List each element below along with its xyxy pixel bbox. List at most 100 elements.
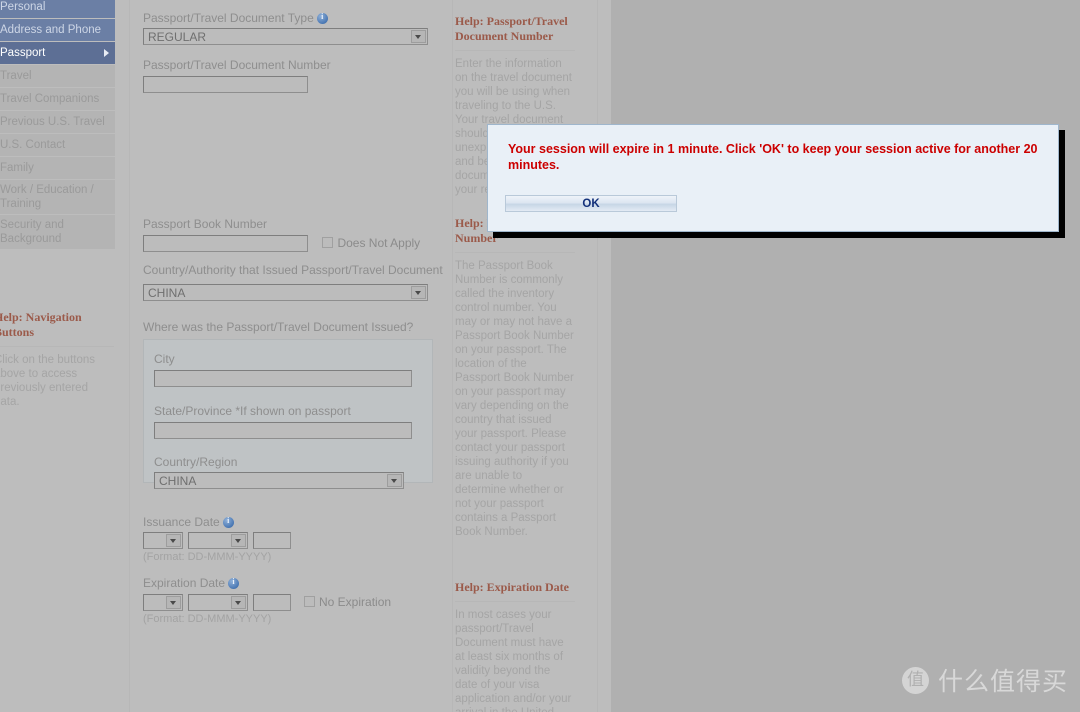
issuing-country-label: Country/Authority that Issued Passport/T… — [143, 263, 443, 277]
issued-city-input[interactable] — [154, 369, 412, 387]
issuance-month-select[interactable] — [188, 532, 248, 549]
contextual-help-column: Help: Passport/Travel Document Number En… — [455, 0, 595, 712]
watermark-logo-icon: 值 — [901, 666, 929, 694]
expiration-year-input[interactable] — [253, 593, 291, 611]
sidebar-item-label: Passport — [0, 47, 46, 59]
sidebar-item-travel-companions[interactable]: Travel Companions — [0, 88, 115, 110]
navigation-help-title: Help: Navigation Buttons — [0, 310, 82, 339]
session-ok-button[interactable]: OK — [505, 195, 677, 212]
chevron-down-icon — [411, 30, 426, 43]
issued-country-value: CHINA — [159, 474, 197, 488]
divider-help-right — [597, 0, 598, 712]
watermark-text: 什么值得买 — [937, 667, 1068, 696]
divider — [455, 601, 575, 602]
screenshot-root: Personal Address and Phone Passport Trav… — [0, 0, 1080, 712]
expiration-date-format-hint: (Format: DD-MMM-YYYY) — [143, 613, 272, 625]
document-number-label: Passport/Travel Document Number — [143, 58, 331, 72]
issued-state-label: State/Province *If shown on passport — [154, 404, 351, 418]
watermark: 值 什么值得买 — [901, 662, 1068, 698]
chevron-down-icon — [231, 534, 246, 547]
sidebar-item-previous-us-travel[interactable]: Previous U.S. Travel — [0, 111, 115, 133]
sidebar-item-passport[interactable]: Passport — [0, 42, 115, 64]
field-issued-location-group: Where was the Passport/Travel Document I… — [143, 320, 443, 489]
issued-location-legend: Where was the Passport/Travel Document I… — [143, 320, 414, 334]
field-expiration-date: Expiration Date No Expiration (Format: D… — [143, 576, 433, 625]
content-right-edge — [611, 0, 613, 712]
help-expiration-date-body: In most cases your passport/Travel Docum… — [455, 609, 572, 712]
sidebar-item-personal[interactable]: Personal — [0, 0, 115, 18]
sidebar-item-label: Personal — [0, 1, 46, 13]
chevron-down-icon — [231, 595, 246, 609]
book-number-label: Passport Book Number — [143, 217, 268, 231]
divider-sidebar-form — [129, 0, 130, 712]
field-issuing-country: Country/Authority that Issued Passport/T… — [143, 263, 443, 301]
sidebar-item-us-contact[interactable]: U.S. Contact — [0, 134, 115, 156]
document-type-select[interactable]: REGULAR — [143, 28, 428, 45]
info-icon[interactable] — [228, 577, 240, 589]
expiration-date-inputs: No Expiration — [143, 593, 433, 611]
chevron-right-icon — [104, 49, 109, 57]
help-block-expiration-date: Help: Expiration Date In most cases your… — [455, 580, 575, 712]
issued-country-label: Country/Region — [154, 455, 238, 469]
divider — [455, 252, 575, 253]
field-document-number: Passport/Travel Document Number — [143, 58, 433, 93]
issued-city-label: City — [154, 352, 175, 366]
issuing-country-select[interactable]: CHINA — [143, 284, 428, 301]
chevron-down-icon — [411, 286, 426, 299]
sidebar-item-security-and-background[interactable]: Security and Background — [0, 215, 115, 249]
issued-state-input[interactable] — [154, 421, 412, 439]
divider — [455, 50, 575, 51]
field-book-number: Passport Book Number Does Not Apply — [143, 217, 433, 252]
navigation-help-body: Click on the buttons above to access pre… — [0, 354, 96, 408]
issued-country-select[interactable]: CHINA — [154, 472, 404, 489]
field-document-type: Passport/Travel Document Type REGULAR — [143, 11, 433, 45]
sidebar-item-address-and-phone[interactable]: Address and Phone — [0, 19, 115, 41]
help-expiration-date-title: Help: Expiration Date — [455, 580, 569, 594]
no-expiration-checkbox-wrap[interactable]: No Expiration — [304, 593, 391, 611]
sidebar-item-work-education-training[interactable]: Work / Education / Training — [0, 180, 115, 214]
navigation-help-box: Help: Navigation Buttons Click on the bu… — [0, 310, 114, 409]
document-type-value: REGULAR — [148, 30, 207, 44]
sidebar-item-label: Work / Education / Training — [0, 184, 94, 210]
sidebar-item-label: Travel Companions — [0, 93, 100, 105]
help-document-number-title: Help: Passport/Travel Document Number — [455, 14, 568, 43]
book-number-input[interactable] — [143, 234, 308, 252]
document-number-input[interactable] — [143, 75, 308, 93]
document-type-label: Passport/Travel Document Type — [143, 11, 433, 25]
sidebar-item-travel[interactable]: Travel — [0, 65, 115, 87]
field-issuance-date: Issuance Date (Format: DD-MMM-YYYY) — [143, 515, 433, 563]
no-expiration-checkbox[interactable] — [304, 596, 315, 607]
divider-form-help — [452, 0, 453, 712]
expiration-month-select[interactable] — [188, 593, 248, 611]
issuance-day-select[interactable] — [143, 532, 183, 549]
issuing-country-value: CHINA — [148, 286, 186, 300]
expiration-date-label: Expiration Date — [143, 576, 433, 590]
sidebar-item-family[interactable]: Family — [0, 157, 115, 179]
sidebar-item-label: Travel — [0, 70, 32, 82]
session-expiry-dialog: Your session will expire in 1 minute. Cl… — [487, 124, 1059, 232]
sidebar-item-label: Security and Background — [0, 219, 64, 245]
issuance-date-format-hint: (Format: DD-MMM-YYYY) — [143, 551, 272, 563]
does-not-apply-checkbox-wrap[interactable]: Does Not Apply — [322, 234, 420, 251]
session-expiry-message: Your session will expire in 1 minute. Cl… — [508, 142, 1038, 172]
info-icon[interactable] — [222, 516, 234, 528]
issuance-date-label: Issuance Date — [143, 515, 433, 529]
issuance-date-inputs — [143, 532, 433, 549]
sidebar-item-label: Family — [0, 162, 34, 174]
chevron-down-icon — [166, 534, 181, 547]
sidebar-item-label: Address and Phone — [0, 24, 102, 36]
info-icon[interactable] — [316, 12, 328, 24]
does-not-apply-label: Does Not Apply — [337, 236, 421, 250]
navigation-sidebar: Personal Address and Phone Passport Trav… — [0, 0, 115, 250]
no-expiration-label: No Expiration — [319, 595, 392, 609]
divider — [0, 346, 114, 347]
issuance-year-input[interactable] — [253, 532, 291, 549]
expiration-day-select[interactable] — [143, 593, 183, 611]
help-block-book-number: Help: Passport Book Number The Passport … — [455, 216, 575, 539]
chevron-down-icon — [387, 474, 402, 487]
help-book-number-body: The Passport Book Number is commonly cal… — [455, 260, 574, 538]
sidebar-item-label: U.S. Contact — [0, 139, 66, 151]
issued-location-box: City State/Province *If shown on passpor… — [143, 339, 433, 489]
sidebar-item-label: Previous U.S. Travel — [0, 116, 105, 128]
does-not-apply-checkbox[interactable] — [322, 237, 334, 248]
